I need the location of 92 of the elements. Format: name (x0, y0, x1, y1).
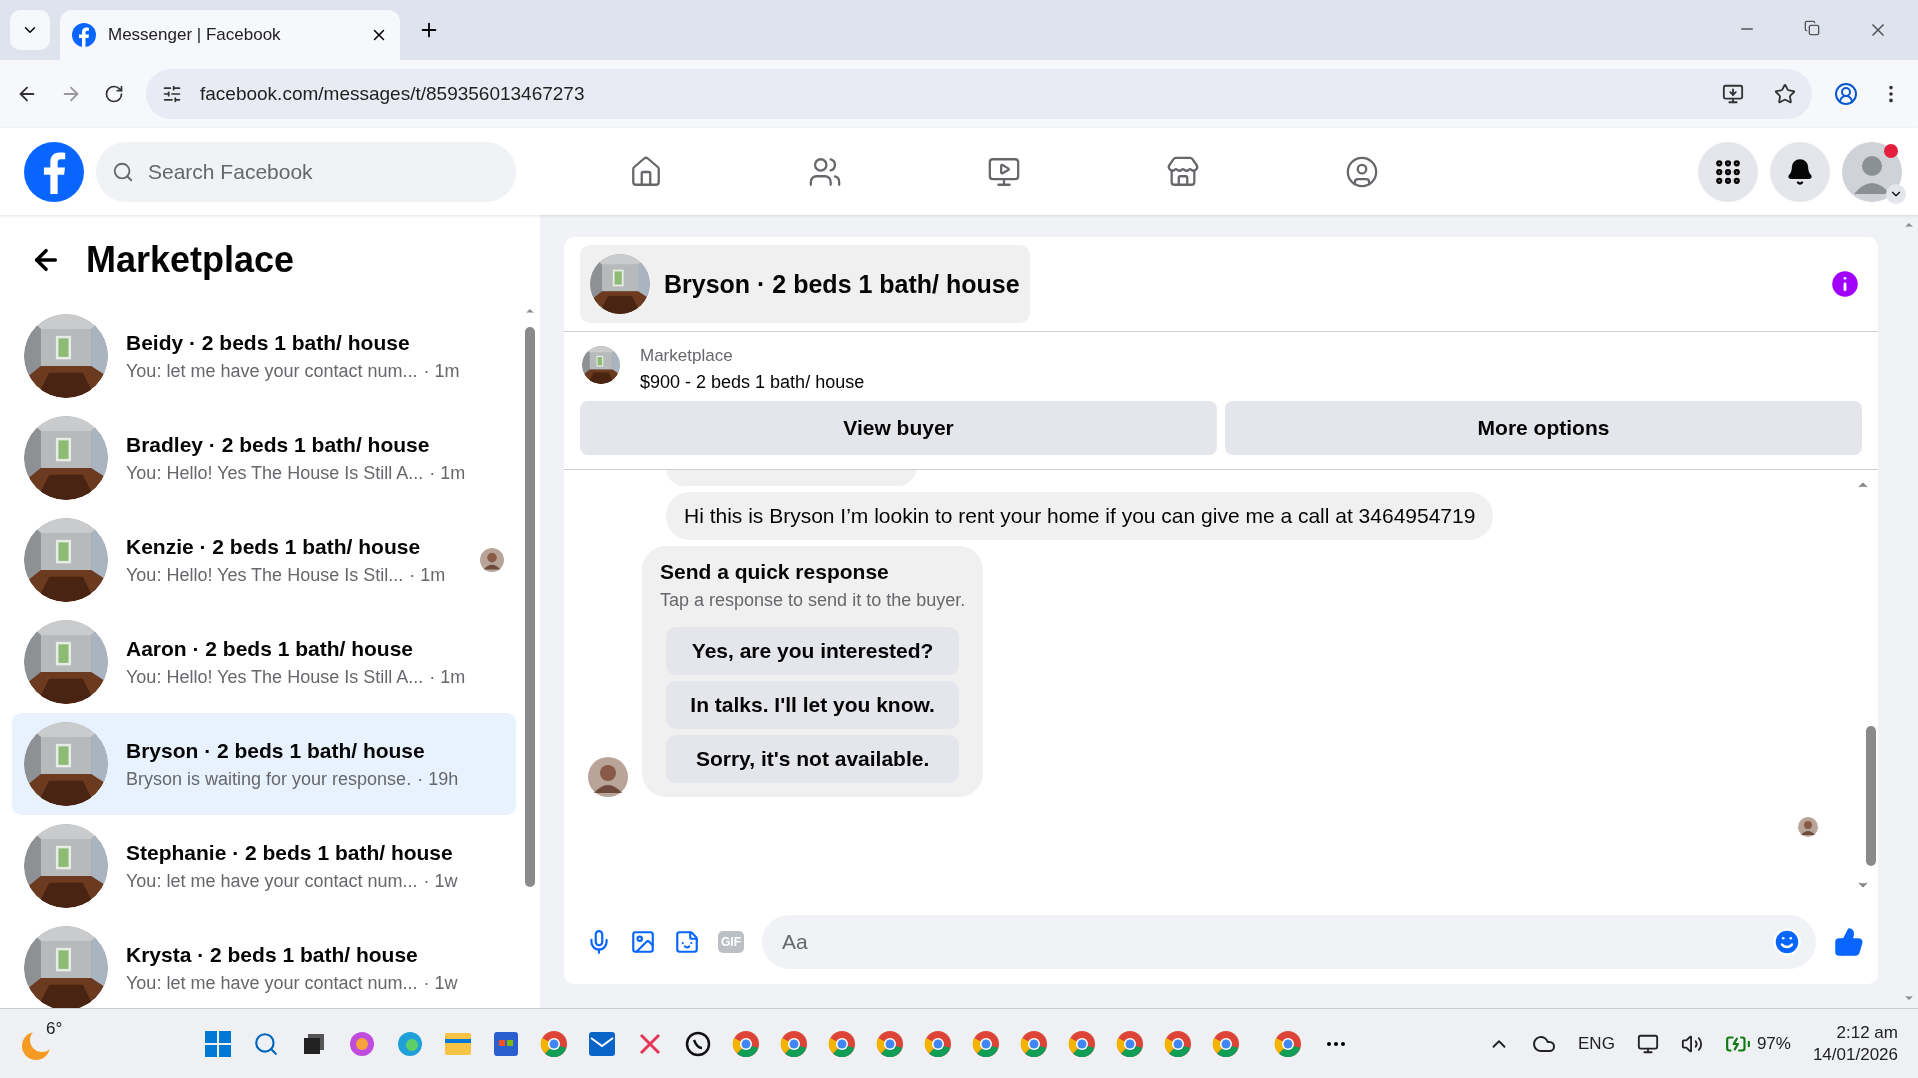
search-field[interactable]: Search Facebook (146, 158, 476, 185)
url-text: facebook.com/messages/t/859356013467273 (200, 83, 585, 105)
tab-title: Messenger | Facebook (108, 25, 282, 45)
listing-label: Marketplace (640, 346, 734, 366)
clock-date: 14/01/2026 (1812, 1044, 1898, 1065)
message-bubble: Hi this is Bryson I’m lookin to rent your home if you can give me a call at 3464954719 (666, 492, 1494, 540)
profile-icon[interactable] (1834, 82, 1858, 106)
action-button[interactable]: View buyer (580, 401, 1217, 455)
message-time: · 1m (409, 564, 446, 586)
task-view-icon[interactable] (302, 1031, 327, 1056)
quick-reply-button[interactable]: Sorry, it's not available. (666, 735, 960, 783)
message-preview: You: let me have your contact num... (126, 972, 418, 994)
bell-icon (1786, 157, 1814, 186)
browser-icon[interactable] (828, 1029, 857, 1058)
search-box[interactable]: Search Facebook (96, 141, 516, 202)
quick-response-subtitle: Tap a response to send it to the buyer. (660, 590, 966, 611)
message-time: · 1m (429, 462, 466, 484)
message-preview: Bryson is waiting for your response. (126, 768, 412, 790)
listing-title: $900 - 2 beds 1 bath/ house (640, 372, 865, 393)
message-preview: You: let me have your contact num... (126, 360, 418, 382)
action-button[interactable]: More options (1225, 401, 1862, 455)
browser-icon[interactable] (876, 1029, 905, 1058)
bookmark-icon[interactable] (1774, 83, 1796, 105)
install-icon[interactable] (1722, 83, 1744, 105)
conversation-title: Beidy · 2 beds 1 bath/ house (126, 330, 411, 355)
conversation-title: Stephanie · 2 beds 1 bath/ house (126, 840, 454, 865)
browser-icon[interactable] (1068, 1029, 1097, 1058)
mail-icon[interactable] (589, 1031, 616, 1056)
browser-icon[interactable] (924, 1029, 953, 1058)
conversation-item[interactable]: Aaron · 2 beds 1 bath/ house You: Hello! Yes The House Is Still A... · 1m (12, 611, 516, 713)
browser-icon[interactable] (1212, 1029, 1241, 1058)
quick-reply-button[interactable]: In talks. I'll let you know. (666, 681, 960, 729)
clock-time: 2:12 am (1836, 1022, 1898, 1043)
browser-tab[interactable]: Messenger | Facebook (60, 10, 400, 60)
browser-icon[interactable] (1164, 1029, 1193, 1058)
quick-response-title: Send a quick response (660, 560, 890, 584)
conversation-item[interactable]: Stephanie · 2 beds 1 bath/ house You: let me have your contact num... · 1w (12, 815, 516, 917)
network-icon[interactable] (1636, 1032, 1659, 1055)
message-preview: You: let me have your contact num... (126, 870, 418, 892)
language-indicator[interactable]: ENG (1578, 1033, 1615, 1054)
message-preview: You: Hello! Yes The House Is Still A... (126, 462, 424, 484)
conversation-title: Bradley · 2 beds 1 bath/ house (126, 432, 431, 457)
message-time: · 1w (423, 870, 458, 892)
sticker-icon[interactable] (674, 929, 700, 955)
seen-avatar (1798, 817, 1818, 837)
quick-reply-button[interactable]: Yes, are you interested? (666, 627, 960, 675)
seen-avatar (480, 548, 504, 572)
chat-header-button[interactable]: Bryson · 2 beds 1 bath/ house (580, 245, 1030, 323)
conversation-item[interactable]: Krysta · 2 beds 1 bath/ house You: let me have your contact num... · 1w (12, 917, 516, 1008)
search-icon (112, 160, 134, 183)
browser-icon[interactable] (780, 1029, 809, 1058)
sender-avatar (588, 757, 628, 797)
folder-icon[interactable] (445, 1032, 472, 1055)
site-settings-icon[interactable] (162, 84, 182, 104)
browser-icon[interactable] (1020, 1029, 1049, 1058)
message-time: · 19h (417, 768, 459, 790)
message-preview: You: Hello! Yes The House Is Stil... (126, 564, 404, 586)
image-icon[interactable] (630, 929, 656, 955)
message-time: · 1m (429, 666, 466, 688)
message-time: · 1m (423, 360, 460, 382)
conversation-title: Aaron · 2 beds 1 bath/ house (126, 636, 415, 661)
reload-icon[interactable] (104, 84, 124, 104)
conversation-item[interactable]: Bradley · 2 beds 1 bath/ house You: Hello! Yes The House Is Still A... · 1m (12, 407, 516, 509)
windows-icon[interactable] (205, 1030, 232, 1057)
scrollbar-thumb[interactable] (1866, 726, 1876, 866)
browser-icon[interactable] (540, 1029, 569, 1058)
conversation-title: Kenzie · 2 beds 1 bath/ house (126, 534, 422, 559)
browser-icon[interactable] (972, 1029, 1001, 1058)
message-preview: You: Hello! Yes The House Is Still A... (126, 666, 424, 688)
app-icon[interactable] (349, 1030, 376, 1057)
message-box[interactable]: Aa (762, 915, 1816, 969)
browser-icon[interactable] (1274, 1029, 1303, 1058)
emoji-icon[interactable] (1772, 927, 1802, 957)
message-time: · 1w (423, 972, 458, 994)
conversation-item[interactable]: Beidy · 2 beds 1 bath/ house You: let me have your contact num... · 1m (12, 305, 516, 407)
like-icon[interactable] (1834, 927, 1864, 957)
temperature: 6° (46, 1018, 63, 1039)
conversation-item[interactable]: Bryson · 2 beds 1 bath/ house Bryson is waiting for your response. · 19h (12, 713, 516, 815)
facebook-logo-icon (72, 23, 96, 47)
sidebar-title: Marketplace (86, 239, 295, 281)
browser-icon[interactable] (732, 1029, 761, 1058)
browser-icon[interactable] (1116, 1029, 1145, 1058)
search-icon[interactable] (253, 1030, 280, 1057)
message-input[interactable]: Aa (780, 929, 1772, 955)
restore-icon[interactable] (1804, 20, 1820, 36)
conversation-title: Bryson · 2 beds 1 bath/ house (126, 738, 426, 763)
scrollbar-thumb[interactable] (525, 327, 535, 887)
group-icon (1344, 154, 1379, 189)
conversation-title: Krysta · 2 beds 1 bath/ house (126, 942, 419, 967)
battery-level: 97% (1756, 1033, 1791, 1054)
address-bar[interactable]: facebook.com/messages/t/859356013467273 (146, 69, 1812, 119)
conversation-item[interactable]: Kenzie · 2 beds 1 bath/ house You: Hello! Yes The House Is Stil... · 1m (12, 509, 516, 611)
